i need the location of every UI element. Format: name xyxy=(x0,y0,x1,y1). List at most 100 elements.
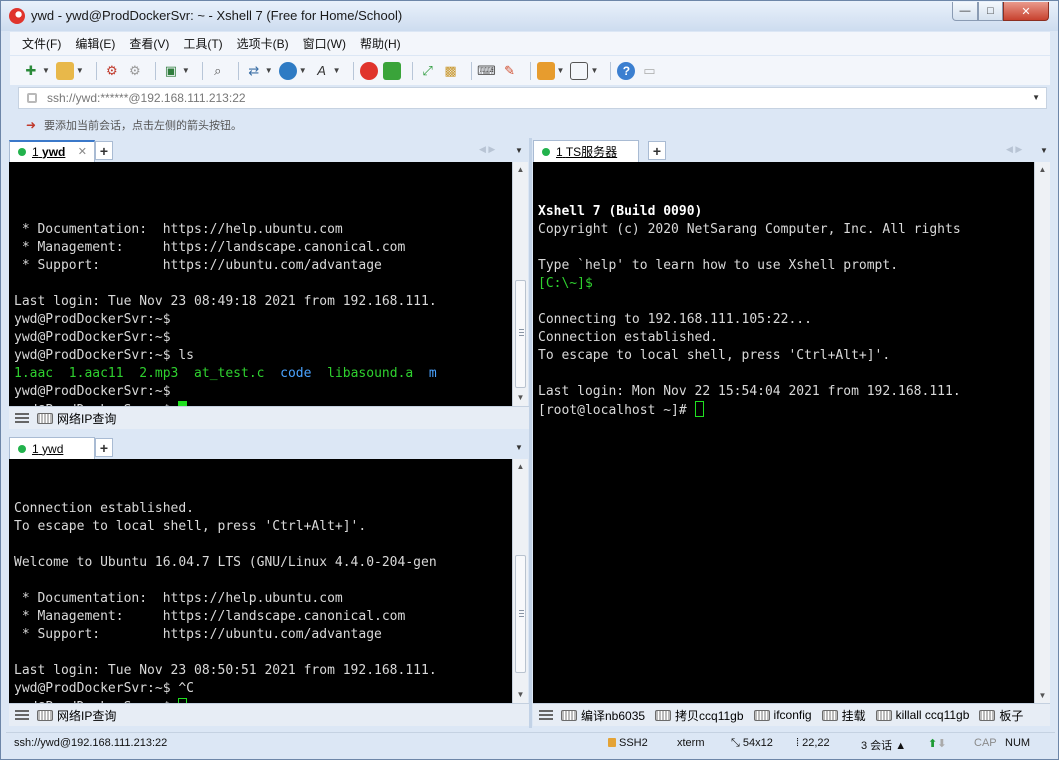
tab-list-dropdown-icon[interactable]: ▼ xyxy=(1040,146,1048,155)
add-tab-button[interactable]: + xyxy=(95,438,113,457)
globe-icon[interactable] xyxy=(278,61,297,80)
chat-icon[interactable]: ▭ xyxy=(640,62,658,80)
properties-dropdown-icon[interactable]: ▼ xyxy=(182,66,190,75)
status-transfer-arrows-icon: ⬆⬇ xyxy=(928,738,947,750)
terminal-top-left[interactable]: * Documentation: https://help.ubuntu.com… xyxy=(9,162,512,406)
scroll-up-icon[interactable]: ▲ xyxy=(513,162,528,177)
address-dropdown-icon[interactable]: ▼ xyxy=(1032,93,1040,102)
close-tab-icon[interactable]: ✕ xyxy=(78,145,87,158)
menu-tools[interactable]: 工具(T) xyxy=(183,35,222,52)
tab-ywd-bottom[interactable]: 1 ywd xyxy=(9,437,95,459)
terminal-line: ywd@ProdDockerSvr:~$ ls xyxy=(14,348,195,363)
scroll-down-icon[interactable]: ▼ xyxy=(513,687,528,702)
open-folder-icon[interactable] xyxy=(55,61,74,80)
connected-status-icon xyxy=(542,147,550,156)
menu-window[interactable]: 窗口(W) xyxy=(303,35,346,52)
quick-command-killall[interactable]: killall ccq11gb xyxy=(875,708,969,722)
quick-command-board[interactable]: 板子 xyxy=(979,707,1023,724)
lock-icon xyxy=(27,93,37,103)
tab-ywd-top[interactable]: 1 ywd ✕ xyxy=(9,140,95,162)
tab-scroll-arrows-icon[interactable]: ◀ ▶ xyxy=(479,144,495,155)
quick-command-button[interactable]: 网络IP查询 xyxy=(37,707,116,724)
scroll-thumb[interactable] xyxy=(515,280,526,388)
menu-edit[interactable]: 编辑(E) xyxy=(75,35,115,52)
new-session-dropdown-icon[interactable]: ▼ xyxy=(42,66,50,75)
globe-dropdown-icon[interactable]: ▼ xyxy=(299,66,307,75)
quick-command-menu-icon[interactable] xyxy=(539,710,553,720)
menu-tabs[interactable]: 选项卡(B) xyxy=(237,35,289,52)
address-bar[interactable]: ssh://ywd:******@192.168.111.213:22 ▼ xyxy=(18,87,1047,109)
add-tab-button[interactable]: + xyxy=(95,141,113,160)
terminal-scrollbar[interactable]: ▲ ▼ xyxy=(512,459,528,703)
scroll-up-icon[interactable]: ▲ xyxy=(1035,162,1050,177)
ls-entry: at_test.c xyxy=(194,366,265,381)
terminal-scrollbar[interactable]: ▲ ▼ xyxy=(1034,162,1050,703)
scroll-down-icon[interactable]: ▼ xyxy=(513,390,528,405)
tab-ts-server[interactable]: 1 TS服务器 xyxy=(533,140,639,162)
quick-command-ifconfig[interactable]: ifconfig xyxy=(753,708,812,722)
status-size: ⤡ 54x12 xyxy=(731,737,773,749)
font-icon[interactable]: A xyxy=(313,62,331,80)
keyboard-icon xyxy=(561,709,577,721)
tab-list-dropdown-icon[interactable]: ▼ xyxy=(515,146,523,155)
menu-file[interactable]: 文件(F) xyxy=(22,35,61,52)
quick-command-copy[interactable]: 拷贝ccq11gb xyxy=(655,707,744,724)
close-button[interactable]: ✕ xyxy=(1003,2,1049,21)
keyboard-icon[interactable]: ⌨ xyxy=(477,62,496,80)
open-dropdown-icon[interactable]: ▼ xyxy=(76,66,84,75)
address-input[interactable]: ssh://ywd:******@192.168.111.213:22 xyxy=(47,91,246,105)
menu-help[interactable]: 帮助(H) xyxy=(360,35,401,52)
tab-strip: 1 TS服务器 + ◀ ▶ ▼ xyxy=(532,138,1051,162)
status-protocol: SSH2 xyxy=(608,737,648,749)
quick-command-compile[interactable]: 编译nb6035 xyxy=(561,707,645,724)
terminal-line: Last login: Tue Nov 23 08:49:18 2021 fro… xyxy=(14,294,437,309)
scroll-down-icon[interactable]: ▼ xyxy=(1035,688,1050,703)
lock-icon[interactable]: ▩ xyxy=(442,62,460,80)
tab-list-dropdown-icon[interactable]: ▼ xyxy=(515,443,523,452)
disconnect-icon[interactable]: ⚙ xyxy=(126,62,144,80)
new-session-icon[interactable]: ✚ xyxy=(22,62,40,80)
transfer-dropdown-icon[interactable]: ▼ xyxy=(265,66,273,75)
connect-icon[interactable]: ⚙ xyxy=(103,62,121,80)
xshell-window: ywd - ywd@ProdDockerSvr: ~ - Xshell 7 (F… xyxy=(0,0,1059,760)
add-tab-dropdown-icon[interactable]: ▼ xyxy=(557,66,565,75)
xftp-icon[interactable] xyxy=(382,61,401,80)
keyboard-icon xyxy=(979,709,996,721)
keyboard-icon xyxy=(821,709,838,721)
find-icon[interactable]: ⌕ xyxy=(209,62,227,80)
quick-command-bar: 网络IP查询 xyxy=(9,703,529,726)
properties-icon[interactable]: ▣ xyxy=(162,62,180,80)
add-tab-icon[interactable] xyxy=(536,61,555,80)
scroll-thumb[interactable] xyxy=(515,555,526,673)
terminal-line: * Support: https://ubuntu.com/advantage xyxy=(14,258,382,273)
help-icon[interactable]: ? xyxy=(617,61,636,80)
transfer-icon[interactable]: ⇄ xyxy=(245,62,263,80)
status-sessions[interactable]: 3 会话 ▲ xyxy=(861,737,906,753)
xshell-icon[interactable] xyxy=(359,61,378,80)
terminal-cursor xyxy=(694,401,704,417)
quick-command-button[interactable]: 网络IP查询 xyxy=(37,410,116,427)
terminal-right[interactable]: Xshell 7 (Build 0090) Copyright (c) 2020 … xyxy=(533,162,1034,703)
maximize-button[interactable]: □ xyxy=(978,2,1003,21)
quick-command-menu-icon[interactable] xyxy=(15,413,29,423)
fullscreen-icon[interactable]: ⤢ xyxy=(419,62,437,80)
add-tab-button[interactable]: + xyxy=(648,141,666,160)
terminal-scrollbar[interactable]: ▲ ▼ xyxy=(512,162,528,406)
highlight-icon[interactable]: ✎ xyxy=(501,62,519,80)
hint-text: 要添加当前会话，点击左侧的箭头按钮。 xyxy=(44,120,242,132)
layout-dropdown-icon[interactable]: ▼ xyxy=(590,66,598,75)
quick-command-mount[interactable]: 挂载 xyxy=(821,707,866,724)
title-bar[interactable]: ywd - ywd@ProdDockerSvr: ~ - Xshell 7 (F… xyxy=(1,1,1058,31)
tab-scroll-arrows-icon[interactable]: ◀ ▶ xyxy=(1006,144,1022,155)
terminal-bottom-left[interactable]: Connection established. To escape to loca… xyxy=(9,459,512,703)
quick-command-menu-icon[interactable] xyxy=(15,710,29,720)
terminal-line: Connection established. xyxy=(538,330,719,345)
menu-view[interactable]: 查看(V) xyxy=(129,35,169,52)
font-dropdown-icon[interactable]: ▼ xyxy=(333,66,341,75)
scroll-up-icon[interactable]: ▲ xyxy=(513,459,528,474)
layout-icon[interactable] xyxy=(570,61,589,80)
bookmark-arrow-icon[interactable]: ➜ xyxy=(26,119,38,131)
minimize-button[interactable]: — xyxy=(952,2,978,21)
